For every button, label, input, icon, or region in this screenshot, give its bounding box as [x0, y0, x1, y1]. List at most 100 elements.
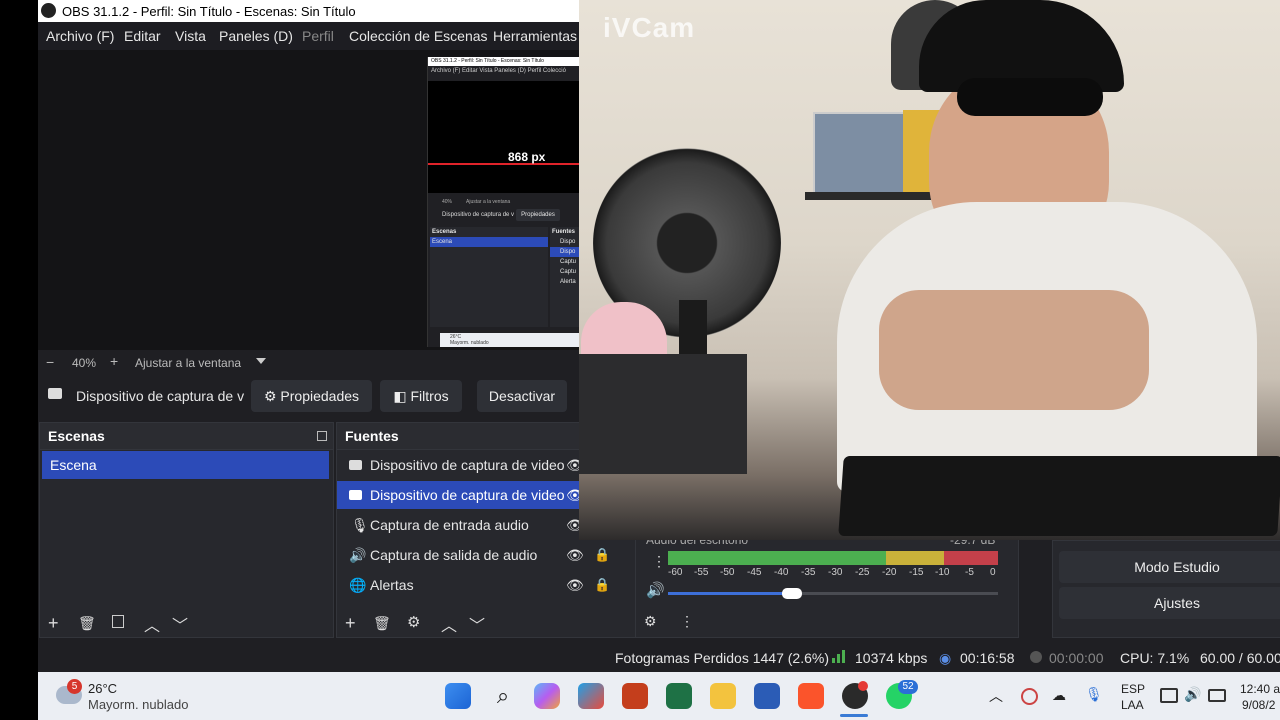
folder-icon[interactable]: [710, 683, 736, 709]
more-vertical-icon[interactable]: ⋮: [680, 613, 694, 630]
settings-button[interactable]: Ajustes: [1059, 587, 1280, 619]
bitrate: 10374 kbps: [855, 650, 928, 666]
brave-icon[interactable]: [798, 683, 824, 709]
scene-item[interactable]: Escena: [42, 451, 329, 479]
store-icon[interactable]: [578, 683, 604, 709]
volume-slider-fill: [668, 592, 788, 595]
menu-archivo[interactable]: Archivo (F): [46, 28, 114, 44]
gear-icon[interactable]: ⚙: [407, 613, 420, 631]
scale-tick: 0: [990, 567, 996, 578]
eye-icon[interactable]: 👁: [566, 541, 584, 569]
language-primary[interactable]: ESP: [1121, 682, 1145, 696]
gears-icon[interactable]: ⚙: [644, 613, 657, 630]
gear-icon: ⚙: [263, 388, 277, 404]
onedrive-icon[interactable]: ☁: [1052, 687, 1066, 704]
security-icon[interactable]: [1021, 688, 1038, 705]
network-icon[interactable]: [1160, 688, 1178, 703]
weather-desc[interactable]: Mayorm. nublado: [88, 697, 188, 712]
chevron-down-icon[interactable]: [256, 358, 266, 364]
studio-mode-button[interactable]: Modo Estudio: [1059, 551, 1280, 583]
scale-tick: -60: [668, 567, 683, 578]
chevron-up-icon[interactable]: ︿: [989, 686, 1003, 706]
undock-icon[interactable]: [317, 431, 327, 441]
menu-vista[interactable]: Vista: [175, 28, 206, 44]
zoom-out-button[interactable]: −: [46, 354, 54, 370]
eye-icon[interactable]: 👁: [566, 571, 584, 599]
windows-start-icon[interactable]: [445, 683, 471, 709]
source-label: Captura de salida de audio: [370, 547, 538, 563]
inner-zoom: 40%: [442, 199, 453, 205]
menu-paneles[interactable]: Paneles (D): [219, 28, 293, 44]
scale-tick: -40: [774, 567, 789, 578]
scale-tick: -20: [882, 567, 897, 578]
speaker-icon[interactable]: 🔊: [646, 581, 665, 599]
trash-icon[interactable]: 🗑: [78, 615, 96, 632]
inner-menu: Archivo (F) Editar Vista Paneles (D) Per…: [431, 68, 566, 74]
inner-source-item: Alerta: [560, 279, 576, 285]
speaker-icon: 🔊: [349, 547, 367, 563]
active-indicator: [840, 714, 868, 717]
microphone-icon[interactable]: 🎙: [1085, 686, 1103, 703]
hands-image: [879, 290, 1149, 410]
search-icon[interactable]: ⌕: [490, 683, 516, 709]
chevron-down-icon[interactable]: ﹀: [172, 612, 188, 636]
stream-icon: ◉: [939, 650, 952, 666]
volume-slider-handle[interactable]: [782, 588, 802, 599]
deactivate-button[interactable]: Desactivar: [477, 380, 567, 412]
menu-editar[interactable]: Editar: [124, 28, 161, 44]
scale-tick: -10: [935, 567, 950, 578]
battery-icon[interactable]: [1208, 689, 1226, 702]
weather-temp[interactable]: 26°C: [88, 681, 117, 696]
chevron-down-icon[interactable]: ﹀: [469, 612, 485, 636]
volume-slider[interactable]: [668, 588, 998, 599]
ivcam-watermark: iVCam: [603, 12, 696, 43]
add-icon[interactable]: +: [48, 613, 59, 634]
menu-coleccion[interactable]: Colección de Escenas: [349, 28, 488, 44]
audio-mixer-panel: Audio del escritorio -29.7 dB ⋮ -60 -55 …: [635, 530, 1019, 638]
excel-icon[interactable]: [666, 683, 692, 709]
volume-icon[interactable]: 🔊: [1184, 686, 1201, 703]
menu-herramientas[interactable]: Herramientas: [493, 28, 577, 44]
meter-yellow: [886, 551, 944, 565]
zoom-bar: − 40% + Ajustar a la ventana: [38, 350, 579, 374]
chevron-up-icon[interactable]: ︿: [144, 612, 160, 636]
source-label: Captura de entrada audio: [370, 517, 529, 533]
zoom-in-button[interactable]: +: [110, 353, 118, 369]
scenes-title: Escenas: [40, 423, 333, 450]
camera-icon: [48, 388, 62, 399]
powerpoint-icon[interactable]: [622, 683, 648, 709]
meter-scale: -60 -55 -50 -45 -40 -35 -30 -25 -20 -15 …: [668, 567, 1008, 581]
trash-icon[interactable]: 🗑: [373, 615, 391, 632]
source-item[interactable]: 🌐 Alertas 👁 🔒: [337, 571, 637, 599]
chevron-up-icon[interactable]: ︿: [441, 612, 457, 636]
album-cover-image: [813, 112, 911, 198]
more-vertical-icon[interactable]: ⋮: [652, 553, 666, 570]
camera-icon: [349, 460, 362, 470]
inner-sources-title: Fuentes: [552, 229, 576, 235]
filter-icon[interactable]: [112, 615, 124, 628]
add-icon[interactable]: +: [345, 613, 356, 634]
scale-tick: -50: [720, 567, 735, 578]
filters-button[interactable]: ◧ Filtros: [380, 380, 462, 412]
sunglasses-image: [957, 78, 1103, 116]
source-item[interactable]: 🔊 Captura de salida de audio 👁 🔒: [337, 541, 637, 569]
meter-green: [668, 551, 886, 565]
zoom-fit[interactable]: Ajustar a la ventana: [135, 356, 241, 370]
lock-icon[interactable]: 🔒: [594, 541, 610, 569]
window-title: OBS 31.1.2 - Perfil: Sin Título - Escena…: [62, 4, 356, 19]
lock-icon[interactable]: 🔒: [594, 571, 610, 599]
keyboard-image: [838, 456, 1280, 536]
status-bar: Fotogramas Perdidos 1447 (2.6%) 10374 kb…: [38, 642, 1280, 672]
clock-time[interactable]: 12:40 a: [1240, 682, 1280, 696]
scale-tick: -35: [801, 567, 816, 578]
copilot-icon[interactable]: [534, 683, 560, 709]
properties-label: Propiedades: [280, 388, 360, 404]
inner-source-item: Captu: [560, 259, 577, 265]
clock-date[interactable]: 9/08/2: [1242, 698, 1275, 712]
word-icon[interactable]: [754, 683, 780, 709]
properties-button[interactable]: ⚙ Propiedades: [251, 380, 372, 412]
inner-source-item: Dispo: [550, 247, 580, 257]
language-secondary[interactable]: LAA: [1121, 698, 1144, 712]
menu-perfil[interactable]: Perfil: [302, 28, 334, 44]
measure-label: 868 px: [508, 150, 546, 164]
